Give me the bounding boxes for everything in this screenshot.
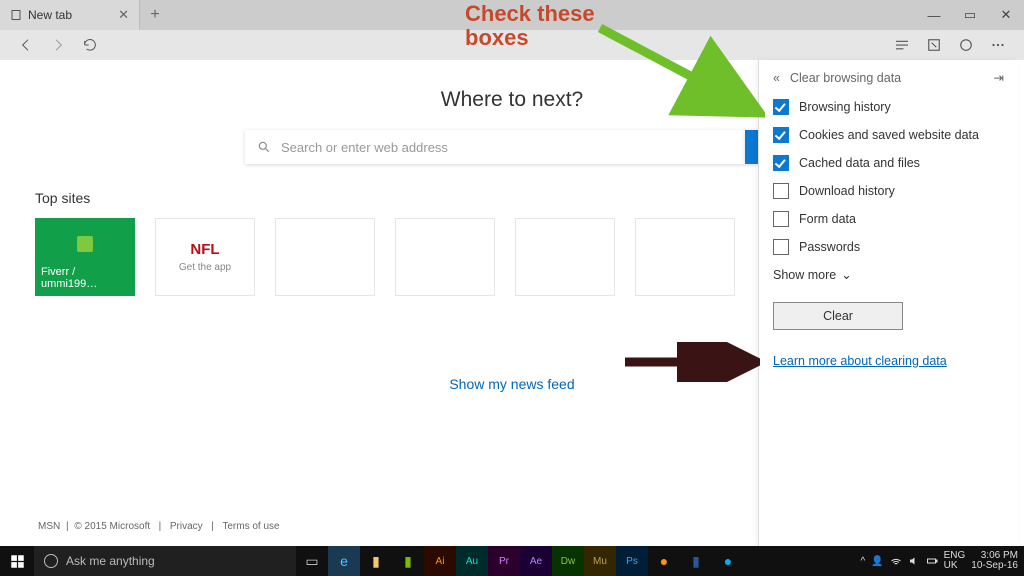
cortana-search[interactable]: Ask me anything xyxy=(34,546,296,576)
task-view-button[interactable]: ▭ xyxy=(296,546,328,576)
tray-clock[interactable]: 3:06 PM10-Sep-16 xyxy=(971,551,1018,572)
clear-button[interactable]: Clear xyxy=(773,302,903,330)
learn-more-link[interactable]: Learn more about clearing data xyxy=(773,354,1004,368)
app-explorer[interactable]: ▮ xyxy=(360,546,392,576)
checkbox-icon xyxy=(773,127,789,143)
pin-icon[interactable]: ⇥ xyxy=(994,70,1004,85)
more-button[interactable] xyxy=(982,30,1014,60)
tray-chevron-icon[interactable]: ^ xyxy=(860,556,865,567)
app-store[interactable]: ▮ xyxy=(392,546,424,576)
annotation-text: Check these boxes xyxy=(465,2,595,50)
clear-browsing-data-panel: « Clear browsing data ⇥ Browsing history… xyxy=(758,60,1018,546)
nfl-logo: NFL xyxy=(190,241,219,258)
tile-empty[interactable] xyxy=(635,218,735,296)
show-more-button[interactable]: Show more⌄ xyxy=(773,267,1004,282)
fiverr-icon xyxy=(77,236,93,252)
checkbox-download-history[interactable]: Download history xyxy=(773,183,1004,199)
news-feed-link[interactable]: Show my news feed xyxy=(449,376,574,392)
tab-new-tab[interactable]: New tab ✕ xyxy=(0,0,140,30)
app-firefox[interactable]: ● xyxy=(648,546,680,576)
tray-battery-icon[interactable] xyxy=(926,555,938,567)
tray-language[interactable]: ENGUK xyxy=(944,551,966,571)
maximize-button[interactable]: ▭ xyxy=(952,0,988,30)
app-ps[interactable]: Ps xyxy=(616,546,648,576)
back-button[interactable] xyxy=(10,30,42,60)
system-tray[interactable]: ^ 👤 ENGUK 3:06 PM10-Sep-16 xyxy=(854,551,1024,572)
app-ae[interactable]: Ae xyxy=(520,546,552,576)
cortana-icon xyxy=(44,554,58,568)
forward-button[interactable] xyxy=(42,30,74,60)
search-icon xyxy=(257,140,271,154)
checkbox-passwords[interactable]: Passwords xyxy=(773,239,1004,255)
annotation-arrow-green xyxy=(595,20,765,120)
checkbox-icon xyxy=(773,183,789,199)
start-button[interactable] xyxy=(0,546,34,576)
search-placeholder: Search or enter web address xyxy=(281,140,448,155)
app-word[interactable]: ▮ xyxy=(680,546,712,576)
window-close-button[interactable]: ✕ xyxy=(988,0,1024,30)
terms-link[interactable]: Terms of use xyxy=(222,521,279,532)
app-mu[interactable]: Mu xyxy=(584,546,616,576)
checkbox-icon xyxy=(773,99,789,115)
app-edge[interactable]: e xyxy=(328,546,360,576)
page-icon xyxy=(10,9,22,21)
checkbox-browsing-history[interactable]: Browsing history xyxy=(773,99,1004,115)
hub-button[interactable] xyxy=(886,30,918,60)
search-input[interactable]: Search or enter web address xyxy=(245,130,745,164)
taskbar: Ask me anything ▭ e ▮ ▮ Ai Au Pr Ae Dw M… xyxy=(0,546,1024,576)
webnote-button[interactable] xyxy=(918,30,950,60)
tab-title: New tab xyxy=(28,8,72,22)
panel-back-icon[interactable]: « xyxy=(773,71,780,85)
checkbox-icon xyxy=(773,155,789,171)
tray-people-icon[interactable]: 👤 xyxy=(871,556,883,567)
app-dw[interactable]: Dw xyxy=(552,546,584,576)
app-ai[interactable]: Ai xyxy=(424,546,456,576)
minimize-button[interactable]: — xyxy=(916,0,952,30)
checkbox-cached-data[interactable]: Cached data and files xyxy=(773,155,1004,171)
tray-volume-icon[interactable] xyxy=(908,555,920,567)
page-footer: MSN | © 2015 Microsoft | Privacy | Terms… xyxy=(35,521,283,532)
tab-close-icon[interactable]: ✕ xyxy=(118,7,129,23)
annotation-arrow-dark xyxy=(620,342,760,382)
app-au[interactable]: Au xyxy=(456,546,488,576)
tile-empty[interactable] xyxy=(275,218,375,296)
checkbox-cookies[interactable]: Cookies and saved website data xyxy=(773,127,1004,143)
panel-header: « Clear browsing data ⇥ xyxy=(773,70,1004,85)
checkbox-form-data[interactable]: Form data xyxy=(773,211,1004,227)
tile-empty[interactable] xyxy=(395,218,495,296)
chevron-down-icon: ⌄ xyxy=(841,267,851,282)
tile-nfl[interactable]: NFLGet the app xyxy=(155,218,255,296)
new-tab-button[interactable]: + xyxy=(140,0,170,30)
checkbox-icon xyxy=(773,211,789,227)
refresh-button[interactable] xyxy=(74,30,106,60)
checkbox-icon xyxy=(773,239,789,255)
tile-fiverr[interactable]: Fiverr / ummi199… xyxy=(35,218,135,296)
app-pr[interactable]: Pr xyxy=(488,546,520,576)
tray-network-icon[interactable] xyxy=(890,555,902,567)
privacy-link[interactable]: Privacy xyxy=(170,521,203,532)
tile-empty[interactable] xyxy=(515,218,615,296)
panel-title: Clear browsing data xyxy=(790,71,901,85)
app-skype[interactable]: ● xyxy=(712,546,744,576)
window-controls: — ▭ ✕ xyxy=(916,0,1024,30)
share-button[interactable] xyxy=(950,30,982,60)
taskbar-apps: ▭ e ▮ ▮ Ai Au Pr Ae Dw Mu Ps ● ▮ ● xyxy=(296,546,744,576)
